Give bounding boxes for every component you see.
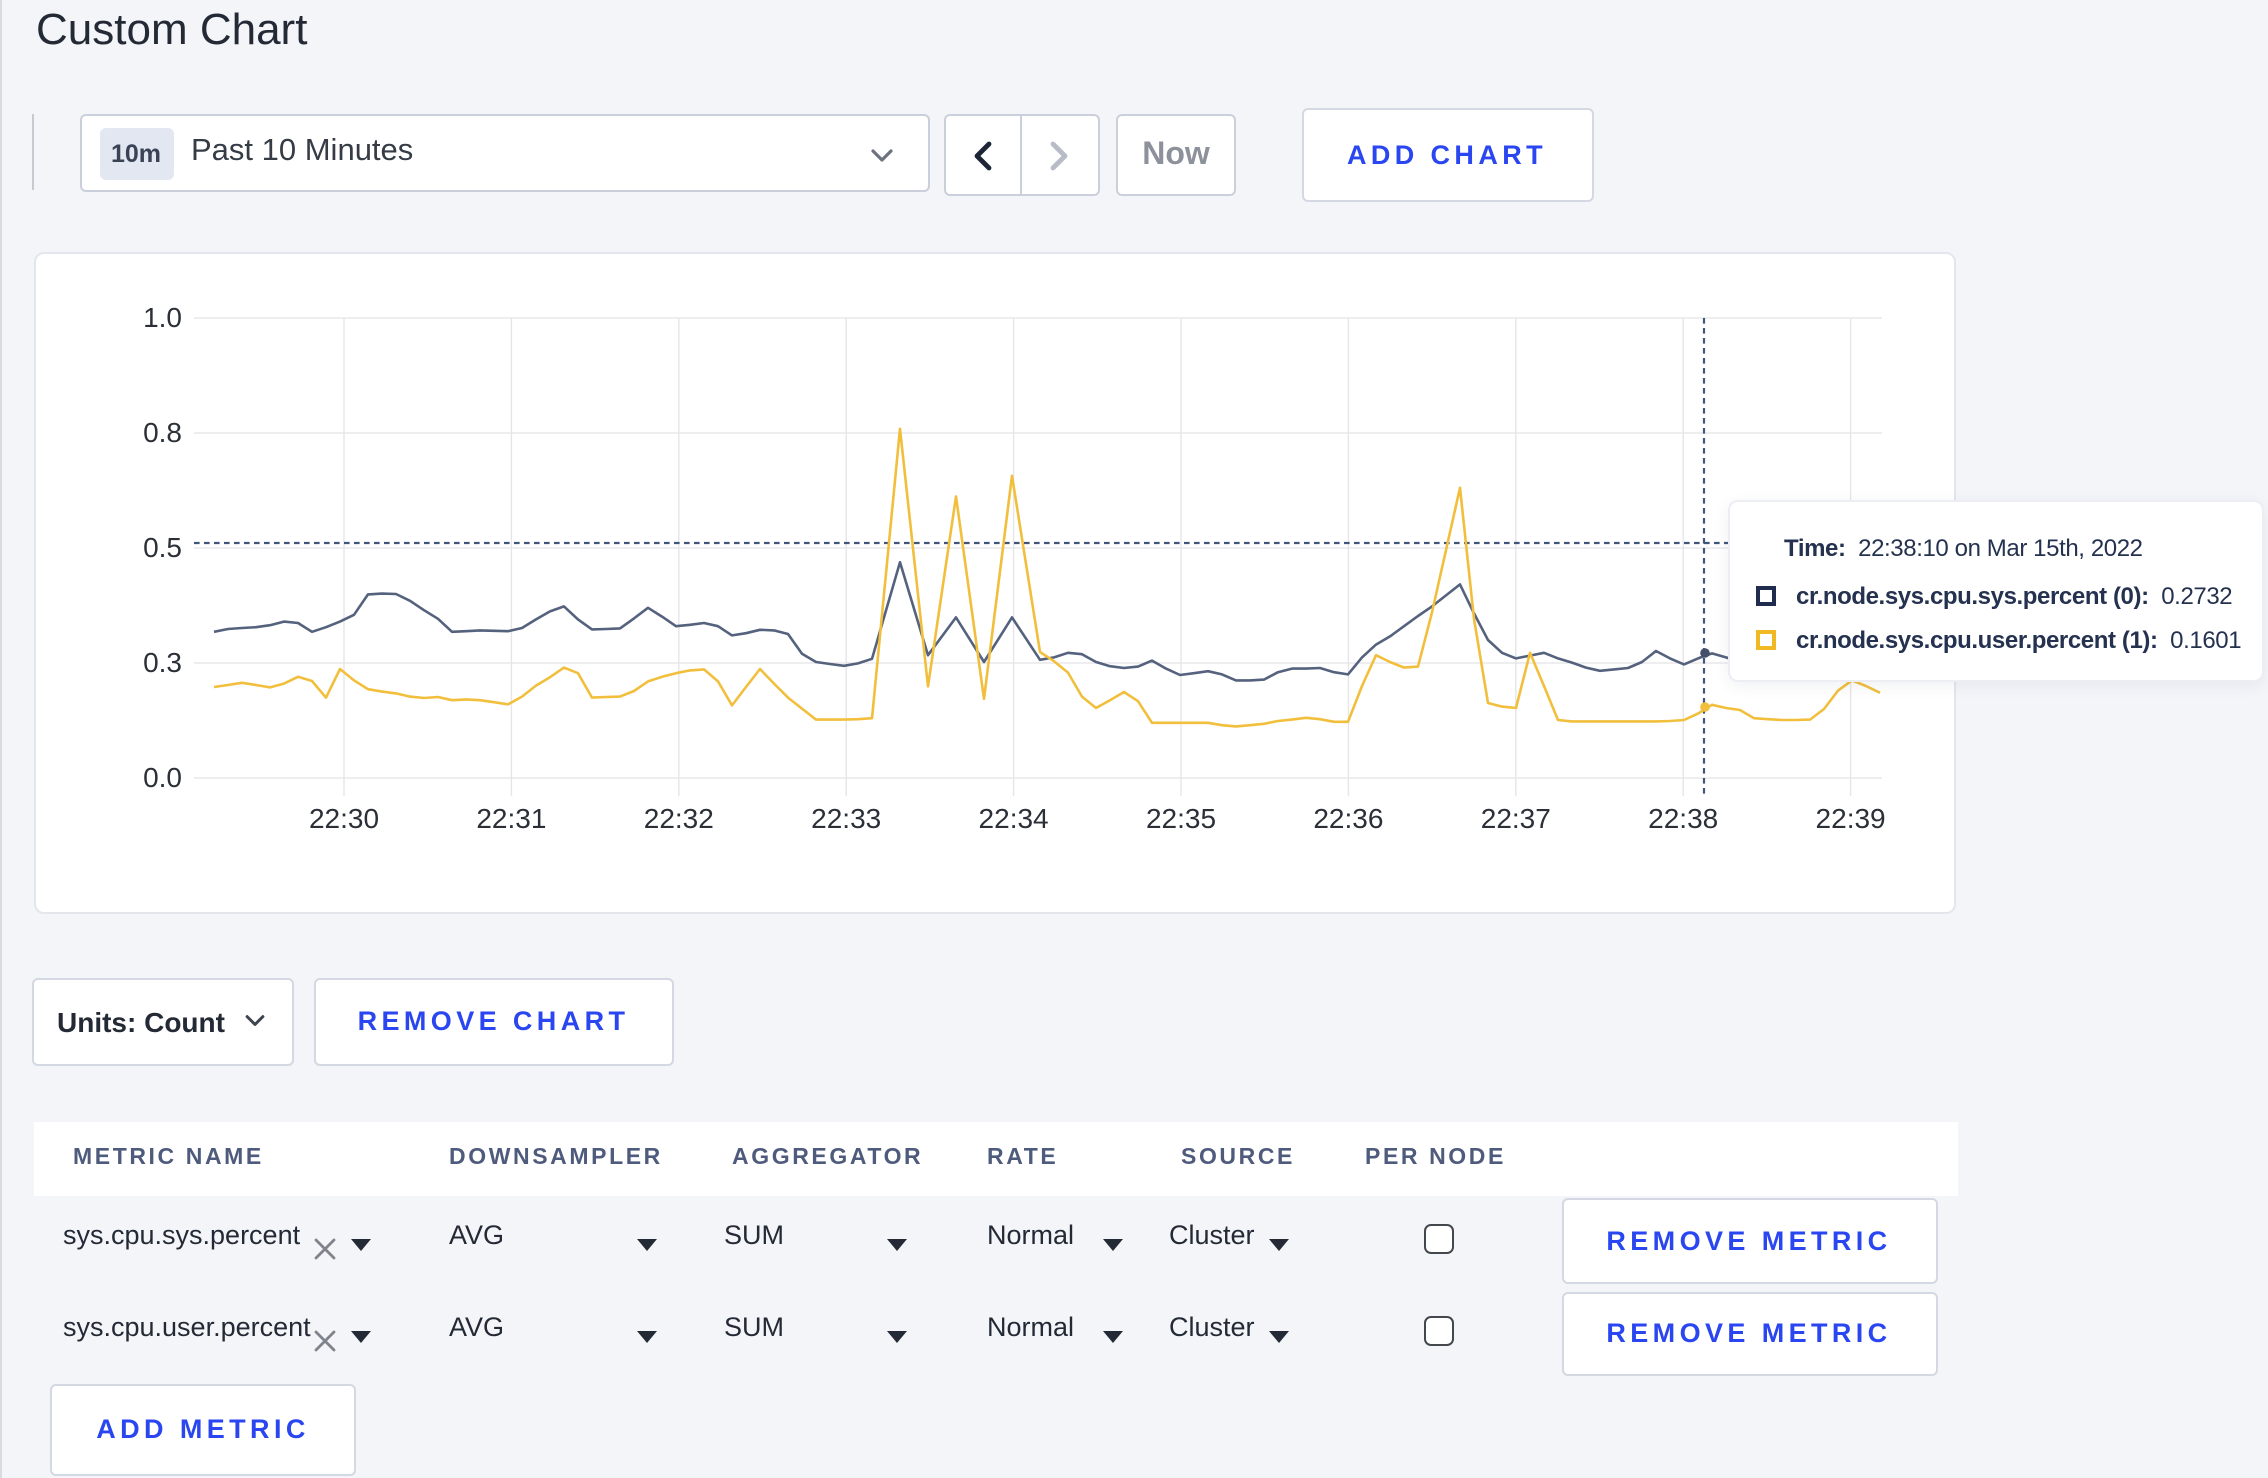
svg-text:22:33: 22:33 <box>811 803 881 834</box>
svg-text:22:37: 22:37 <box>1481 803 1551 834</box>
svg-text:22:34: 22:34 <box>979 803 1049 834</box>
svg-text:22:39: 22:39 <box>1816 803 1886 834</box>
svg-text:22:35: 22:35 <box>1146 803 1216 834</box>
svg-text:22:30: 22:30 <box>309 803 379 834</box>
svg-text:0.3: 0.3 <box>143 647 182 678</box>
svg-text:22:38: 22:38 <box>1648 803 1718 834</box>
svg-text:0.5: 0.5 <box>143 532 182 563</box>
svg-text:1.0: 1.0 <box>143 302 182 333</box>
svg-text:22:32: 22:32 <box>644 803 714 834</box>
svg-text:0.0: 0.0 <box>143 762 182 793</box>
svg-text:22:31: 22:31 <box>476 803 546 834</box>
svg-text:22:36: 22:36 <box>1313 803 1383 834</box>
svg-text:0.8: 0.8 <box>143 417 182 448</box>
